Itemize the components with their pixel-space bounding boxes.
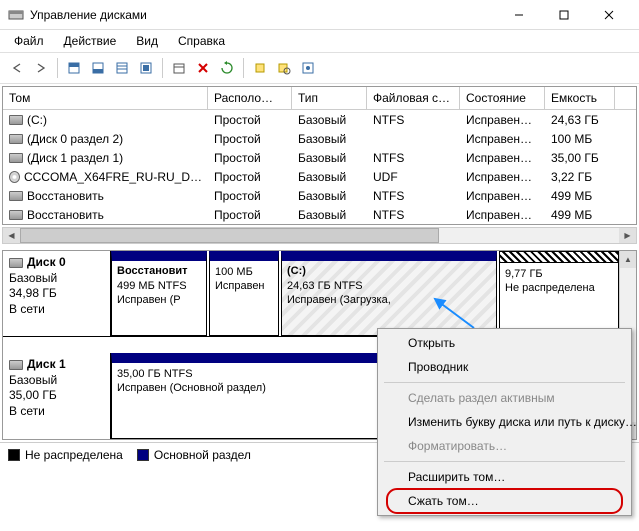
legend-primary: Основной раздел xyxy=(137,448,251,462)
table-row[interactable]: Восстановить Простой Базовый NTFS Исправ… xyxy=(3,186,636,205)
view-list-button[interactable] xyxy=(111,57,133,79)
volume-table: Том Располо… Тип Файловая с… Состояние Е… xyxy=(2,86,637,225)
partition-c[interactable]: (C:) 24,63 ГБ NTFS Исправен (Загрузка, xyxy=(281,251,497,336)
vol-name: (C:) xyxy=(27,113,47,127)
partition-efi[interactable]: 100 МБ Исправен xyxy=(209,251,279,336)
col-filesystem[interactable]: Файловая с… xyxy=(367,87,460,109)
view-detail-button[interactable] xyxy=(135,57,157,79)
close-button[interactable] xyxy=(586,1,631,29)
delete-button[interactable] xyxy=(192,57,214,79)
vol-name: CCCOMA_X64FRE_RU-RU_D… xyxy=(24,170,202,184)
swatch-black-icon xyxy=(8,449,20,461)
minimize-button[interactable] xyxy=(496,1,541,29)
col-layout[interactable]: Располо… xyxy=(208,87,292,109)
ctx-make-active: Сделать раздел активным xyxy=(380,386,629,410)
table-header: Том Располо… Тип Файловая с… Состояние Е… xyxy=(3,87,636,110)
col-type[interactable]: Тип xyxy=(292,87,367,109)
window-title: Управление дисками xyxy=(30,8,496,22)
menu-file[interactable]: Файл xyxy=(4,32,54,50)
scroll-left-button[interactable]: ◀ xyxy=(3,228,20,243)
vol-name: (Диск 1 раздел 1) xyxy=(27,151,123,165)
scroll-thumb[interactable] xyxy=(20,228,439,243)
vol-name: (Диск 0 раздел 2) xyxy=(27,132,123,146)
table-row[interactable]: (Диск 1 раздел 1) Простой Базовый NTFS И… xyxy=(3,148,636,167)
vol-name: Восстановить xyxy=(27,189,104,203)
menu-view[interactable]: Вид xyxy=(126,32,168,50)
horizontal-scrollbar[interactable]: ◀ ▶ xyxy=(2,227,637,244)
disk-info[interactable]: Диск 0 Базовый 34,98 ГБ В сети xyxy=(3,251,111,336)
ctx-open[interactable]: Открыть xyxy=(380,331,629,355)
app-icon xyxy=(8,7,24,23)
maximize-button[interactable] xyxy=(541,1,586,29)
partition-recovery[interactable]: Восстановит 499 МБ NTFS Исправен (Р xyxy=(111,251,207,336)
table-row[interactable]: (C:) Простой Базовый NTFS Исправен… 24,6… xyxy=(3,110,636,129)
properties-button[interactable] xyxy=(168,57,190,79)
ctx-explorer[interactable]: Проводник xyxy=(380,355,629,379)
find-button[interactable] xyxy=(273,57,295,79)
menu-action[interactable]: Действие xyxy=(54,32,127,50)
ctx-extend-volume[interactable]: Расширить том… xyxy=(380,465,629,489)
ctx-change-letter[interactable]: Изменить букву диска или путь к диску… xyxy=(380,410,629,434)
view-top-button[interactable] xyxy=(63,57,85,79)
vol-name: Восстановить xyxy=(27,208,104,222)
scroll-right-button[interactable]: ▶ xyxy=(619,228,636,243)
nav-back-button[interactable] xyxy=(6,57,28,79)
table-row[interactable]: (Диск 0 раздел 2) Простой Базовый Исправ… xyxy=(3,129,636,148)
col-volume[interactable]: Том xyxy=(3,87,208,109)
table-row[interactable]: CCCOMA_X64FRE_RU-RU_D… Простой Базовый U… xyxy=(3,167,636,186)
disk-icon xyxy=(9,258,23,268)
window-controls xyxy=(496,1,631,29)
disk-icon xyxy=(9,134,23,144)
table-body: (C:) Простой Базовый NTFS Исправен… 24,6… xyxy=(3,110,636,224)
disk-icon xyxy=(9,191,23,201)
swatch-navy-icon xyxy=(137,449,149,461)
col-status[interactable]: Состояние xyxy=(460,87,545,109)
menu-help[interactable]: Справка xyxy=(168,32,235,50)
scroll-up-button[interactable]: ▲ xyxy=(620,251,636,268)
nav-forward-button[interactable] xyxy=(30,57,52,79)
new-volume-button[interactable] xyxy=(249,57,271,79)
disk-icon xyxy=(9,210,23,220)
toolbar xyxy=(0,52,639,84)
disk-icon xyxy=(9,115,23,125)
refresh-button[interactable] xyxy=(216,57,238,79)
disk-icon xyxy=(9,360,23,370)
titlebar: Управление дисками xyxy=(0,0,639,30)
disk-icon xyxy=(9,153,23,163)
disk-row: Диск 0 Базовый 34,98 ГБ В сети Восстанов… xyxy=(3,251,619,337)
cd-icon xyxy=(9,171,20,183)
settings-button[interactable] xyxy=(297,57,319,79)
col-capacity[interactable]: Емкость xyxy=(545,87,615,109)
view-bottom-button[interactable] xyxy=(87,57,109,79)
ctx-shrink-volume[interactable]: Сжать том… xyxy=(380,489,629,513)
partition-unallocated[interactable]: 9,77 ГБ Не распределена xyxy=(499,251,619,336)
context-menu: Открыть Проводник Сделать раздел активны… xyxy=(377,328,632,516)
ctx-format: Форматировать… xyxy=(380,434,629,458)
legend-unallocated: Не распределена xyxy=(8,448,123,462)
menubar: Файл Действие Вид Справка xyxy=(0,30,639,52)
disk-info[interactable]: Диск 1 Базовый 35,00 ГБ В сети xyxy=(3,353,111,439)
table-row[interactable]: Восстановить Простой Базовый NTFS Исправ… xyxy=(3,205,636,224)
